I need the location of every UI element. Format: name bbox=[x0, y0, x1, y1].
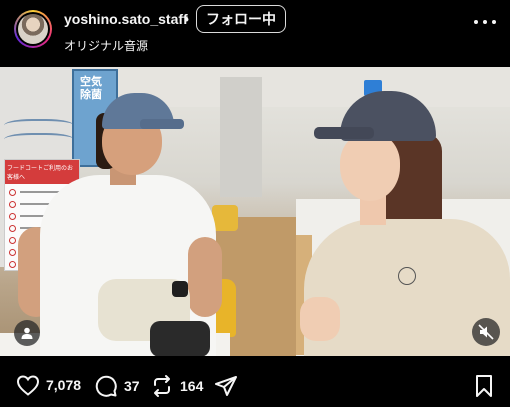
heart-icon[interactable] bbox=[16, 374, 40, 396]
username-link[interactable]: yoshino.sato_staff bbox=[64, 11, 188, 27]
avatar[interactable] bbox=[14, 10, 52, 48]
save-action[interactable] bbox=[474, 374, 494, 403]
comment-bubble-icon[interactable] bbox=[94, 374, 118, 398]
likes-count[interactable]: 7,078 bbox=[46, 377, 81, 393]
share-action[interactable] bbox=[214, 374, 238, 398]
bookmark-icon[interactable] bbox=[474, 374, 494, 398]
person-hand bbox=[300, 297, 340, 341]
user-tag-icon[interactable] bbox=[14, 320, 40, 346]
more-dots-icon[interactable] bbox=[474, 20, 496, 26]
sign-title: フードコートご利用のお客様へ bbox=[5, 160, 79, 184]
separator-dot: • bbox=[184, 11, 189, 27]
cap-brim bbox=[140, 119, 184, 129]
wave-decoration bbox=[4, 133, 74, 149]
wristwatch bbox=[172, 281, 188, 297]
like-action[interactable]: 7,078 bbox=[16, 374, 81, 396]
yellow-chair bbox=[212, 205, 238, 231]
person-arm bbox=[188, 237, 222, 317]
cap-brim bbox=[314, 127, 374, 139]
following-button[interactable]: フォロー中 bbox=[196, 5, 286, 33]
scene-pillar bbox=[220, 77, 262, 197]
video-player[interactable]: 空気 除菌 フードコートご利用のお客様へ bbox=[0, 67, 510, 356]
comments-count[interactable]: 37 bbox=[124, 378, 140, 394]
shirt-logo bbox=[398, 267, 416, 285]
comment-action[interactable]: 37 bbox=[94, 374, 140, 398]
action-bar: 7,078 37 164 bbox=[0, 362, 510, 407]
reposts-count[interactable]: 164 bbox=[180, 378, 203, 394]
dark-bag bbox=[150, 321, 210, 356]
person-face bbox=[340, 133, 400, 201]
repost-action[interactable]: 164 bbox=[150, 374, 203, 398]
send-icon[interactable] bbox=[214, 374, 238, 398]
post-header: yoshino.sato_staff • フォロー中 オリジナル音源 bbox=[0, 0, 510, 62]
audio-link[interactable]: オリジナル音源 bbox=[64, 37, 148, 54]
speaker-muted-icon[interactable] bbox=[472, 318, 500, 346]
banner-text: 空気 除菌 bbox=[80, 75, 102, 101]
repost-icon[interactable] bbox=[150, 374, 174, 398]
